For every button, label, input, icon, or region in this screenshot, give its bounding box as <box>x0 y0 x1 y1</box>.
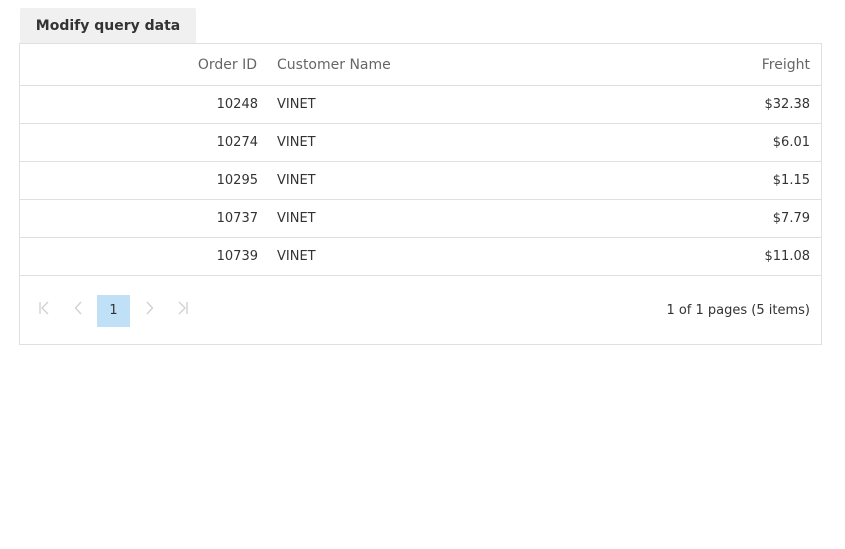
column-header-freight[interactable]: Freight <box>762 44 810 86</box>
cell-customer-name: VINET <box>277 173 316 188</box>
next-page-icon <box>139 292 159 324</box>
pager: 1 1 of 1 pages (5 items) <box>20 276 821 345</box>
cell-freight: $7.79 <box>772 211 810 226</box>
cell-customer-name: VINET <box>277 97 316 112</box>
table-row[interactable]: 10739 VINET $11.08 <box>20 238 821 276</box>
column-header-order-id[interactable]: Order ID <box>198 44 257 86</box>
table-row[interactable]: 10274 VINET $6.01 <box>20 124 821 162</box>
cell-customer-name: VINET <box>277 211 316 226</box>
cell-freight: $32.38 <box>764 97 811 112</box>
table-row[interactable]: 10295 VINET $1.15 <box>20 162 821 200</box>
cell-customer-name: VINET <box>277 249 316 264</box>
last-page-icon <box>173 292 193 324</box>
grid-header: Order ID Customer Name Freight <box>20 44 821 86</box>
page-number-1[interactable]: 1 <box>97 295 130 327</box>
table-row[interactable]: 10248 VINET $32.38 <box>20 86 821 124</box>
previous-page-icon <box>69 292 89 324</box>
table-row[interactable]: 10737 VINET $7.79 <box>20 200 821 238</box>
column-header-customer-name[interactable]: Customer Name <box>277 44 391 86</box>
pager-info: 1 of 1 pages (5 items) <box>666 303 810 318</box>
first-page-icon <box>34 292 54 324</box>
cell-order-id: 10739 <box>216 249 258 264</box>
cell-freight: $6.01 <box>772 135 810 150</box>
data-grid: Order ID Customer Name Freight 10248 VIN… <box>19 43 822 345</box>
modify-query-data-button[interactable]: Modify query data <box>20 8 196 44</box>
cell-order-id: 10737 <box>216 211 258 226</box>
cell-customer-name: VINET <box>277 135 316 150</box>
cell-freight: $11.08 <box>764 249 811 264</box>
cell-order-id: 10274 <box>216 135 258 150</box>
cell-order-id: 10248 <box>216 97 258 112</box>
cell-order-id: 10295 <box>216 173 258 188</box>
cell-freight: $1.15 <box>772 173 810 188</box>
